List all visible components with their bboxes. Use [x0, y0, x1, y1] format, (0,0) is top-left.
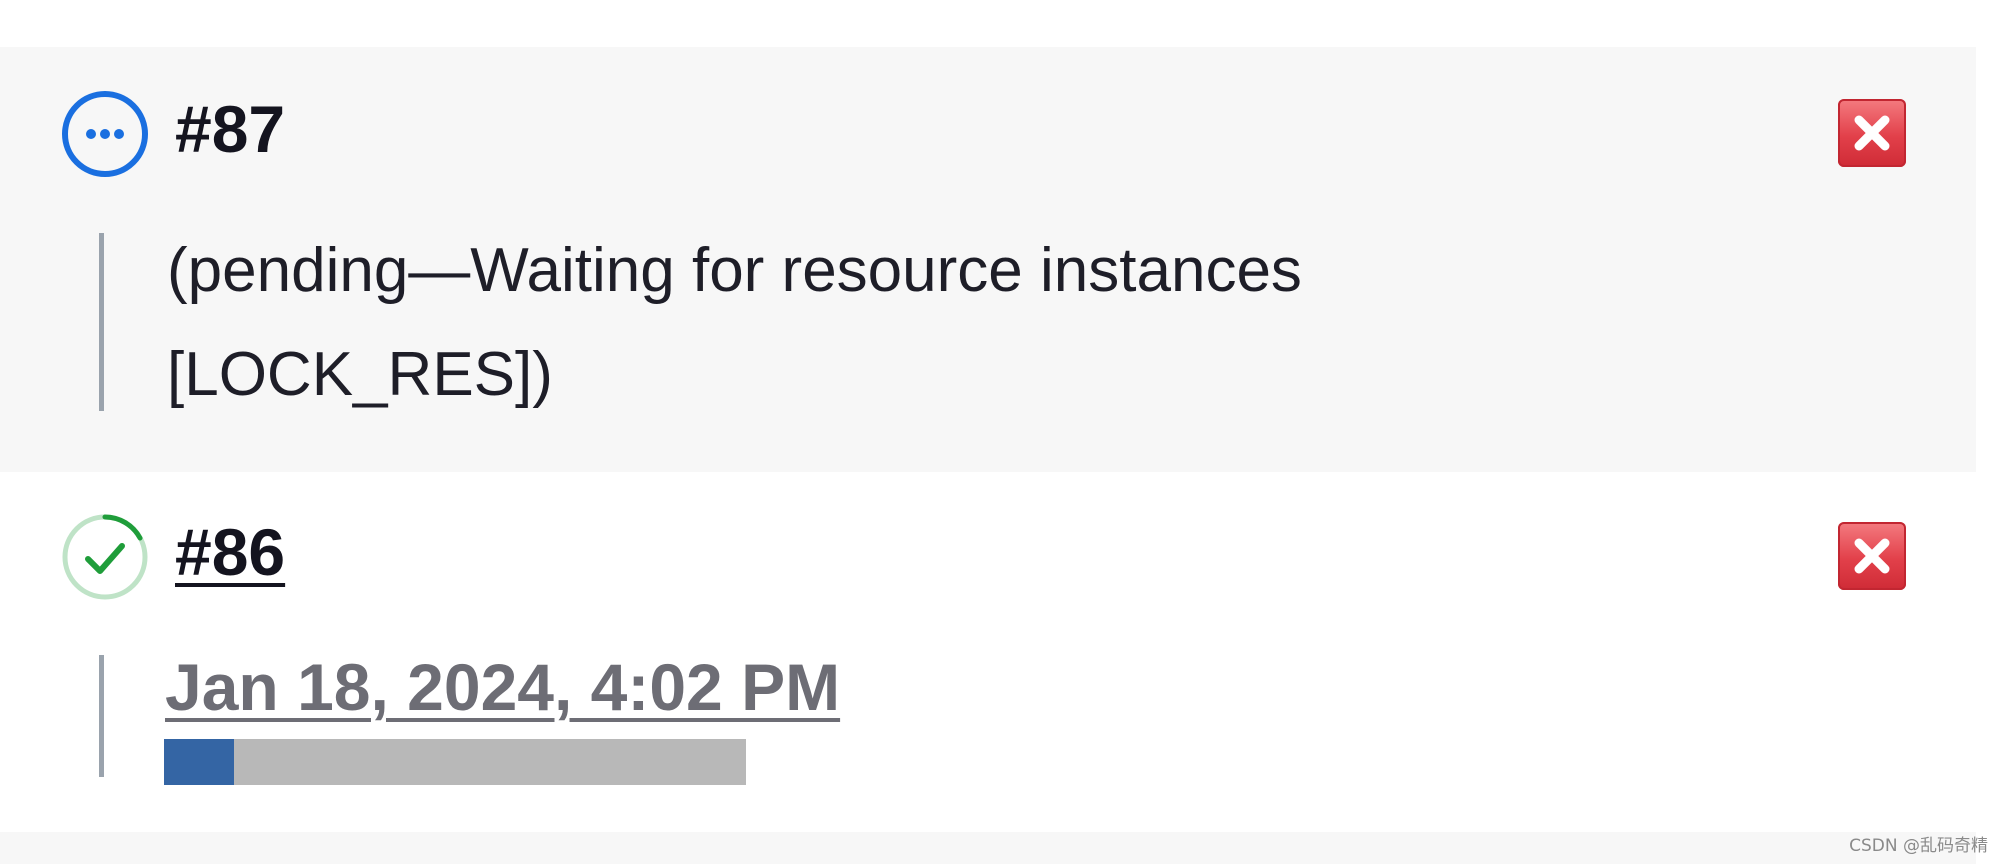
build-number-link[interactable]: #86 — [175, 519, 285, 585]
abort-build-button[interactable] — [1838, 522, 1906, 590]
build-row-86: #86 Jan 18, 2024, 4:02 PM — [0, 472, 1976, 832]
build-history-panel: #87 (pending—Waiting for resource instan… — [0, 0, 2000, 864]
watermark: CSDN @乱码奇精 — [1849, 836, 1988, 856]
pending-message-line: (pending—Waiting for resource instances — [167, 236, 1302, 305]
build-number: #87 — [175, 92, 286, 166]
check-circle-icon — [60, 512, 150, 602]
build-row-87: #87 (pending—Waiting for resource instan… — [0, 47, 1976, 472]
build-progress-fill — [164, 739, 234, 785]
abort-build-button[interactable] — [1838, 99, 1906, 167]
details-guide-bar — [99, 233, 104, 411]
close-icon — [1854, 115, 1890, 151]
build-progress-bar — [164, 739, 746, 785]
build-timestamp-link[interactable]: Jan 18, 2024, 4:02 PM — [165, 654, 840, 720]
next-row-strip — [0, 832, 1976, 864]
pending-dots-icon — [60, 89, 150, 179]
pending-message: (pending—Waiting for resource instances … — [167, 219, 1617, 427]
details-guide-bar — [99, 655, 104, 777]
close-icon — [1854, 538, 1890, 574]
pending-message-line: [LOCK_RES]) — [167, 340, 553, 409]
